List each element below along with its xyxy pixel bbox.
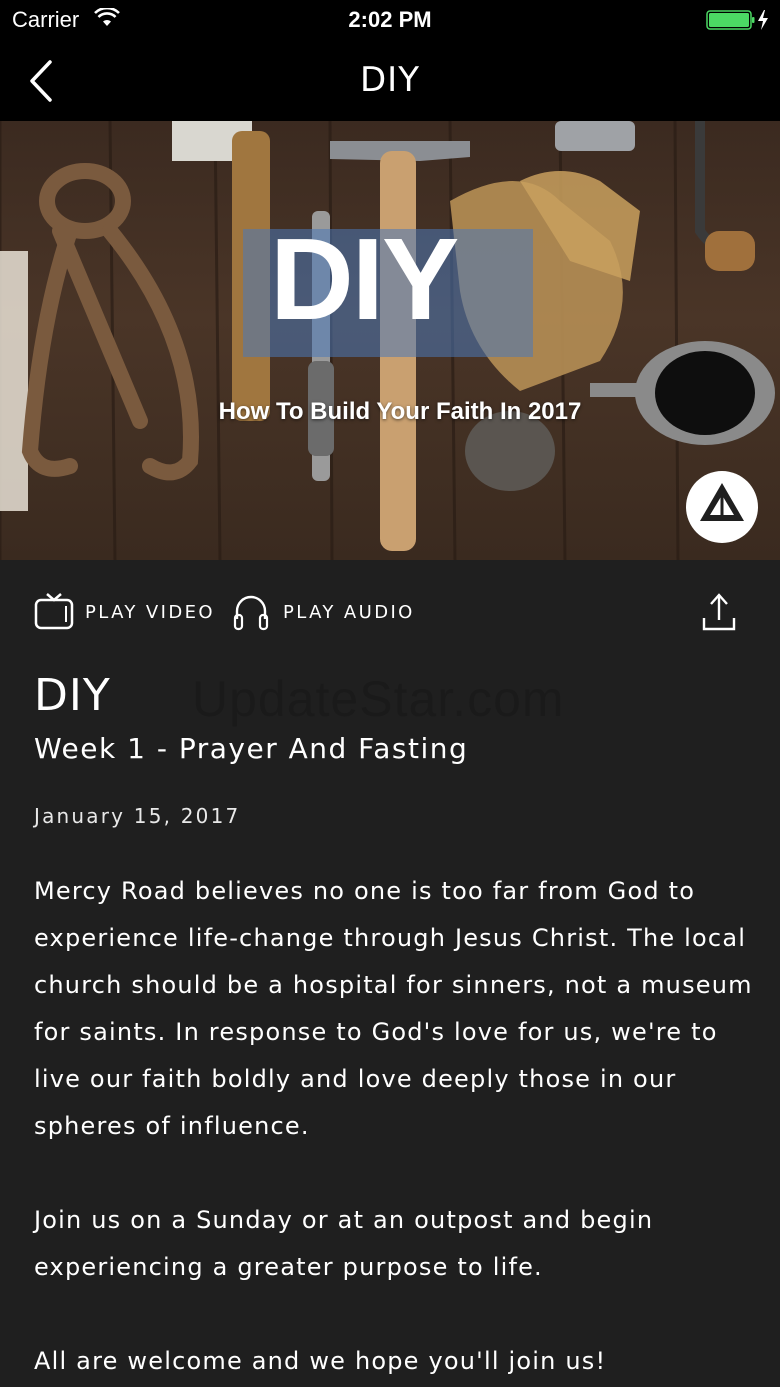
- nav-title: DIY: [360, 60, 420, 100]
- play-audio-button[interactable]: PLAY AUDIO: [232, 592, 415, 632]
- play-video-button[interactable]: PLAY VIDEO: [34, 592, 215, 632]
- status-bar: Carrier 2:02 PM: [0, 0, 780, 40]
- artwork-subtitle: How To Build Your Faith In 2017: [218, 398, 582, 425]
- description-paragraph: Join us on a Sunday or at an outpost and…: [34, 1206, 654, 1281]
- description-paragraph: All are welcome and we hope you'll join …: [34, 1347, 607, 1375]
- church-logo-icon: [686, 471, 758, 543]
- headphones-icon: [233, 595, 269, 631]
- series-title: DIY: [34, 670, 111, 721]
- media-actions: PLAY VIDEO PLAY AUDIO: [34, 592, 746, 632]
- description-paragraph: Mercy Road believes no one is too far fr…: [34, 877, 753, 1140]
- artwork-title: DIY: [270, 214, 459, 344]
- sermon-details: PLAY VIDEO PLAY AUDIO UpdateStar.com DIY…: [0, 560, 780, 1387]
- sermon-title: Week 1 - Prayer And Fasting: [34, 732, 469, 765]
- watermark: UpdateStar.com: [192, 671, 565, 727]
- play-audio-label: PLAY AUDIO: [283, 601, 415, 623]
- share-icon[interactable]: [702, 592, 736, 632]
- battery-icon: [706, 10, 768, 30]
- tv-icon: [34, 593, 74, 630]
- sermon-artwork: DIY How To Build Your Faith In 2017: [0, 121, 780, 560]
- play-video-label: PLAY VIDEO: [85, 601, 215, 623]
- status-time: 2:02 PM: [348, 7, 432, 32]
- sermon-description: Mercy Road believes no one is too far fr…: [34, 868, 754, 1387]
- sermon-date: January 15, 2017: [34, 804, 241, 828]
- navigation-bar: DIY: [0, 40, 780, 121]
